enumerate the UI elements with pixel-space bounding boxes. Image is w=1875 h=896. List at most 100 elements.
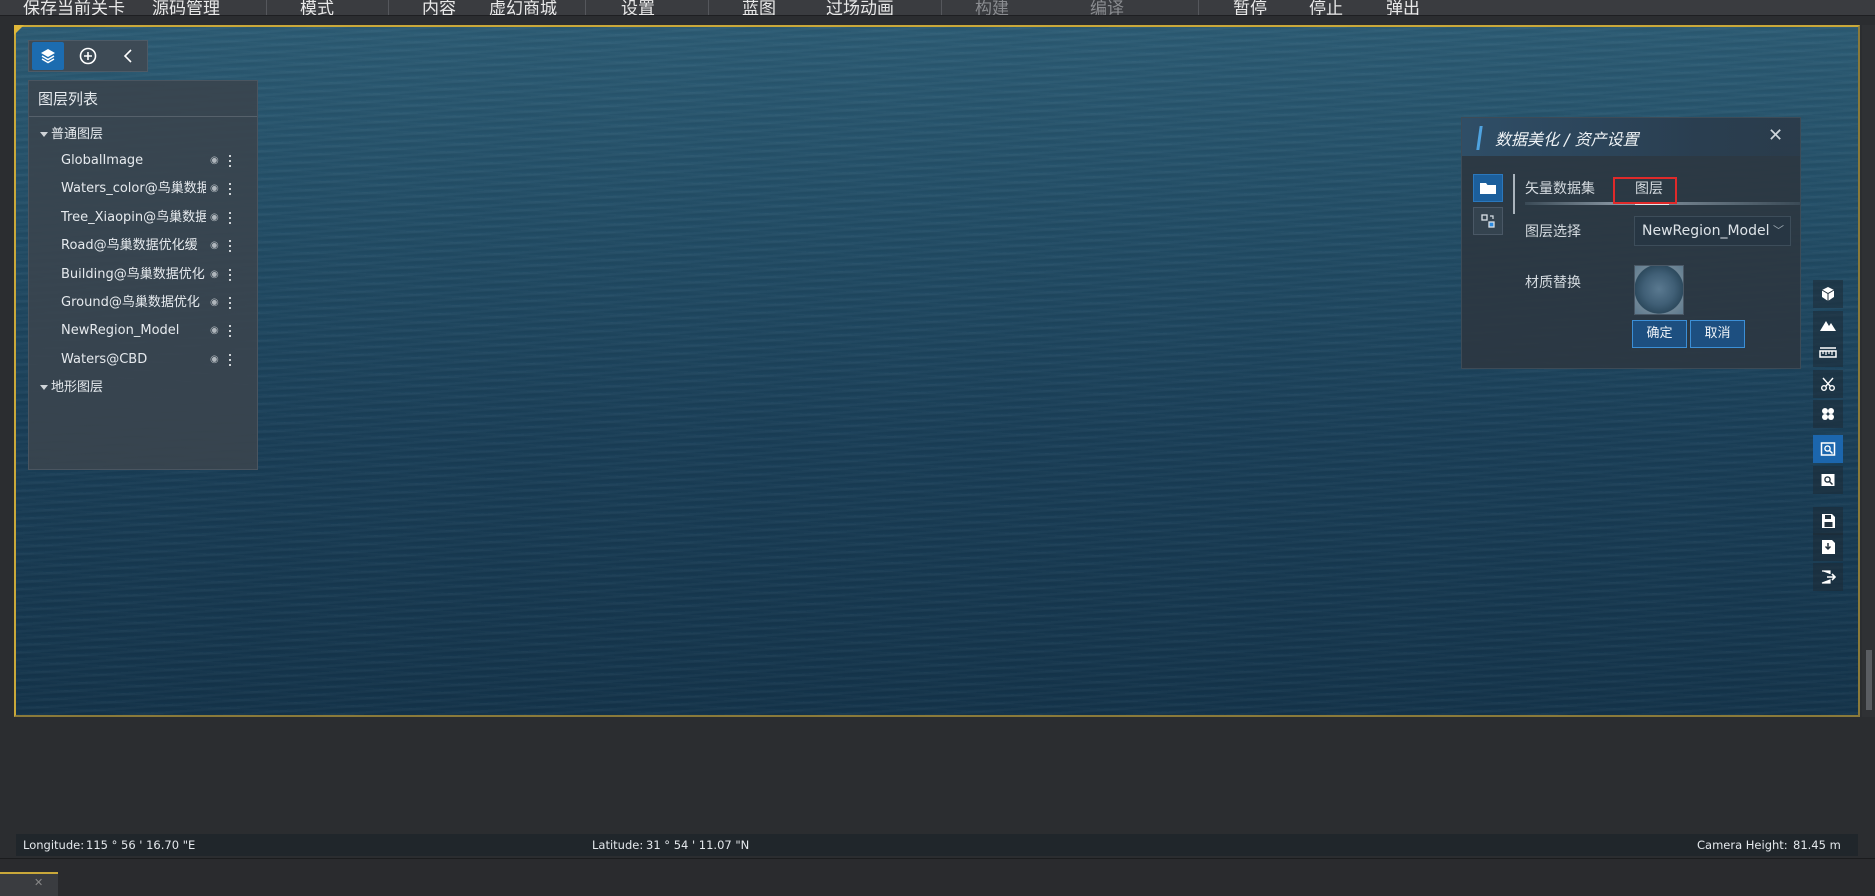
close-icon[interactable]: ✕ (1768, 125, 1783, 146)
menu-compile[interactable]: 编译 (1090, 0, 1124, 15)
eye-icon[interactable]: ◉ (210, 232, 219, 260)
longitude-value: 115 ° 56 ' 16.70 "E (86, 838, 196, 852)
menu-source-control[interactable]: 源码管理 (152, 0, 220, 15)
menu-separator (388, 0, 389, 15)
menu-content[interactable]: 内容 (422, 0, 456, 15)
menu-pause[interactable]: 暂停 (1233, 0, 1267, 15)
dialog-title: 数据美化 / 资产设置 (1495, 130, 1639, 149)
layer-name: Waters@CBD (61, 351, 148, 367)
swap-button[interactable] (1473, 207, 1503, 235)
more-menu-icon[interactable] (229, 353, 232, 366)
layer-group-terrain[interactable]: 地形图层 (29, 376, 257, 400)
more-menu-icon[interactable] (229, 240, 232, 253)
layer-name: Waters_color@鸟巢数据 (61, 181, 206, 197)
layer-item[interactable]: Waters_color@鸟巢数据 ◉ (29, 175, 257, 203)
export-button[interactable] (1813, 563, 1843, 591)
layer-select-label: 图层选择 (1525, 224, 1581, 240)
bottom-tab[interactable] (0, 872, 58, 896)
cube-button[interactable] (1813, 280, 1843, 308)
eye-icon[interactable]: ◉ (210, 204, 219, 232)
layer-toolbar (28, 40, 148, 72)
menu-separator (266, 0, 267, 15)
query-button[interactable] (1813, 466, 1843, 494)
menu-cinematics[interactable]: 过场动画 (826, 0, 894, 15)
more-menu-icon[interactable] (229, 268, 232, 281)
viewport-scrollbar[interactable] (1862, 25, 1875, 717)
dialog-divider (1513, 174, 1515, 214)
material-thumbnail[interactable] (1634, 265, 1684, 315)
layer-select-value: NewRegion_Model (1642, 223, 1770, 239)
more-menu-icon[interactable] (229, 325, 232, 338)
menu-eject[interactable]: 弹出 (1386, 0, 1420, 15)
scrollbar-thumb[interactable] (1866, 650, 1872, 710)
layer-group-normal[interactable]: 普通图层 (29, 123, 257, 147)
save-icon (1822, 514, 1835, 528)
cancel-button[interactable]: 取消 (1690, 320, 1745, 348)
group-label: 地形图层 (51, 380, 104, 396)
terrain-button[interactable] (1813, 311, 1843, 339)
menu-build[interactable]: 构建 (975, 0, 1009, 15)
import-button[interactable] (1813, 533, 1843, 561)
layer-name: Tree_Xiaopin@鸟巢数据 (61, 209, 206, 225)
layer-name: Building@鸟巢数据优化 (61, 266, 205, 282)
clover-icon (1822, 408, 1834, 420)
layer-item[interactable]: GlobalImage ◉ (29, 147, 257, 175)
image-search-icon (1820, 442, 1836, 456)
menu-stop[interactable]: 停止 (1309, 0, 1343, 15)
layer-name: NewRegion_Model (61, 323, 180, 339)
layer-item[interactable]: Building@鸟巢数据优化 ◉ (29, 261, 257, 289)
measure-button[interactable] (1813, 339, 1843, 367)
menu-blueprints[interactable]: 蓝图 (742, 0, 776, 15)
beautify-button[interactable] (1813, 435, 1843, 463)
caret-down-icon (40, 385, 48, 391)
add-layer-button[interactable] (72, 42, 104, 70)
eye-icon[interactable]: ◉ (210, 175, 219, 203)
eye-icon[interactable]: ◉ (210, 261, 219, 289)
menu-save-level[interactable]: 保存当前关卡 (23, 0, 125, 15)
layer-item[interactable]: NewRegion_Model ◉ (29, 317, 257, 345)
menu-separator (941, 0, 942, 15)
exit-icon (1821, 570, 1836, 584)
clip-button[interactable] (1813, 370, 1843, 398)
latitude-value: 31 ° 54 ' 11.07 "N (646, 838, 750, 852)
camera-height-label: Camera Height: (1697, 838, 1788, 852)
bottom-bar (0, 858, 1875, 896)
menu-modes[interactable]: 模式 (300, 0, 334, 15)
menu-settings[interactable]: 设置 (621, 0, 655, 15)
collapse-panel-button[interactable] (112, 42, 144, 70)
caret-down-icon (40, 132, 48, 137)
layers-button[interactable] (32, 42, 64, 70)
layer-item[interactable]: Road@鸟巢数据优化缓 ◉ (29, 232, 257, 260)
more-menu-icon[interactable] (229, 183, 232, 196)
tab-vector-dataset[interactable]: 矢量数据集 (1525, 178, 1595, 198)
effects-button[interactable] (1813, 400, 1843, 428)
more-menu-icon[interactable] (229, 211, 232, 224)
menu-marketplace[interactable]: 虚幻商城 (489, 0, 557, 15)
layer-list-panel: 图层列表 普通图层 GlobalImage ◉ Waters_color@鸟巢数… (28, 80, 258, 470)
eye-icon[interactable]: ◉ (210, 289, 219, 317)
eye-icon[interactable]: ◉ (210, 346, 219, 374)
swap-icon (1481, 214, 1495, 228)
collapse-left-icon (123, 49, 132, 63)
asset-settings-dialog: 数据美化 / 资产设置 ✕ 矢量数据集 图层 图层选择 NewRegion_Mo… (1461, 117, 1801, 369)
close-tab-icon[interactable]: ✕ (34, 876, 43, 889)
more-menu-icon[interactable] (229, 296, 232, 309)
add-circle-icon (79, 47, 97, 65)
layer-select-dropdown[interactable]: NewRegion_Model ﹀ (1634, 216, 1791, 246)
eye-icon[interactable]: ◉ (210, 317, 219, 345)
camera-height-value: 81.45 m (1793, 838, 1841, 852)
ruler-icon (1819, 347, 1837, 358)
eye-icon[interactable]: ◉ (210, 147, 219, 175)
layer-item[interactable]: Ground@鸟巢数据优化 ◉ (29, 289, 257, 317)
more-menu-icon[interactable] (229, 155, 232, 167)
save-button[interactable] (1813, 507, 1843, 535)
folder-button[interactable] (1473, 174, 1503, 202)
material-label: 材质替换 (1525, 275, 1581, 291)
ok-button[interactable]: 确定 (1632, 320, 1687, 348)
layer-item[interactable]: Tree_Xiaopin@鸟巢数据 ◉ (29, 204, 257, 232)
layer-item[interactable]: Waters@CBD ◉ (29, 346, 257, 374)
layer-name: Ground@鸟巢数据优化 (61, 294, 200, 310)
menu-separator (708, 0, 709, 15)
dialog-side-toolbar (1473, 174, 1503, 240)
menu-separator (1198, 0, 1199, 15)
